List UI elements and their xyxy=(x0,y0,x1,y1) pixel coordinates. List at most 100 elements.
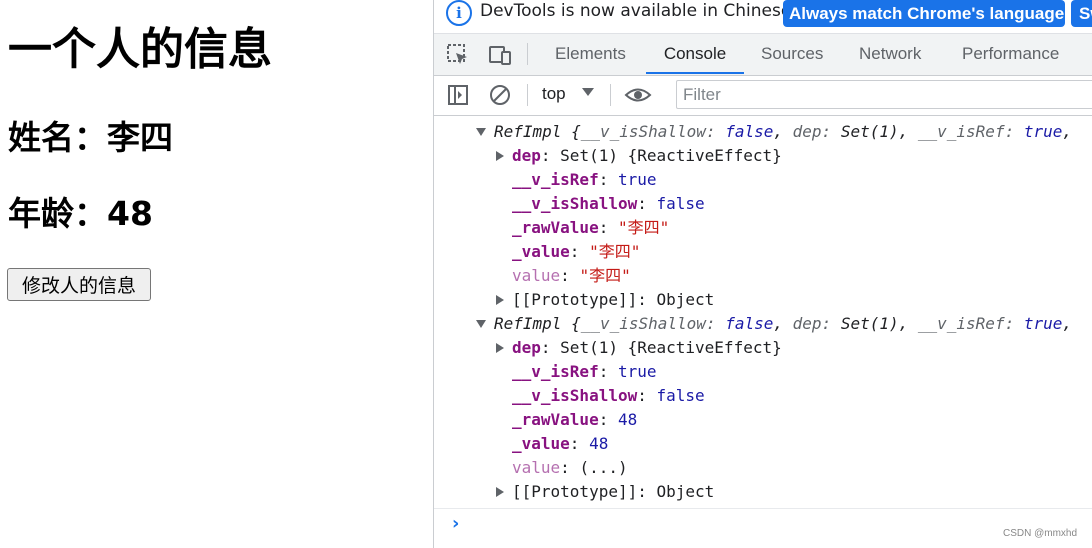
property-row: value: "李四" xyxy=(512,264,631,288)
property-key: __v_isShallow xyxy=(512,386,638,405)
preview-key: __v_isRef xyxy=(917,314,1005,333)
preview-value: true xyxy=(1023,314,1063,333)
console-sidebar-icon[interactable] xyxy=(446,83,470,107)
info-icon: i xyxy=(446,0,472,26)
tab-performance[interactable]: Performance xyxy=(962,34,1059,74)
property-row[interactable]: [[Prototype]]: Object xyxy=(496,480,714,504)
comma: , xyxy=(898,122,918,141)
property-key: __v_isRef xyxy=(512,170,599,189)
comma: , xyxy=(898,314,918,333)
property-value: false xyxy=(656,386,705,405)
colon: : xyxy=(1004,314,1024,333)
edit-person-button[interactable]: 修改人的信息 xyxy=(7,268,151,301)
lazy-getter-value[interactable]: (...) xyxy=(579,458,627,477)
comma: , xyxy=(1062,314,1073,333)
property-row[interactable]: value: (...) xyxy=(512,456,628,480)
name-heading: 姓名：李四 xyxy=(8,118,173,157)
expand-triangle-icon[interactable] xyxy=(496,343,504,353)
match-language-button[interactable]: Always match Chrome's language xyxy=(783,0,1065,27)
property-key: _value xyxy=(512,434,570,453)
preview-value: false xyxy=(725,314,774,333)
property-row[interactable]: dep: Set(1) {ReactiveEffect} xyxy=(496,336,782,360)
property-row[interactable]: [[Prototype]]: Object xyxy=(496,288,714,312)
property-row: __v_isRef: true xyxy=(512,168,657,192)
filter-input[interactable] xyxy=(676,80,1092,109)
property-value: "李四" xyxy=(589,242,641,261)
property-row: _value: 48 xyxy=(512,432,608,456)
devtools-tabbar: Elements Console Sources Network Perform… xyxy=(434,34,1092,76)
toolbar-divider xyxy=(527,84,528,106)
chevron-down-icon[interactable] xyxy=(582,88,594,96)
preview-key: dep xyxy=(792,314,822,333)
property-row: __v_isShallow: false xyxy=(512,384,705,408)
property-key: _rawValue xyxy=(512,410,599,429)
colon: : xyxy=(821,314,841,333)
preview-value: false xyxy=(725,122,774,141)
colon: : xyxy=(540,338,561,357)
property-key: [[Prototype]] xyxy=(512,482,638,501)
property-row: __v_isShallow: false xyxy=(512,192,705,216)
property-value: false xyxy=(656,194,705,213)
colon: : xyxy=(637,386,657,405)
tab-sources[interactable]: Sources xyxy=(761,34,823,74)
property-row: __v_isRef: true xyxy=(512,360,657,384)
context-selector[interactable]: top xyxy=(542,84,566,104)
property-row: _rawValue: 48 xyxy=(512,408,637,432)
property-row: _rawValue: "李四" xyxy=(512,216,669,240)
console-output: RefImpl {__v_isShallow: false, dep: Set(… xyxy=(434,116,1092,548)
console-toolbar: top xyxy=(434,76,1092,116)
property-key: value xyxy=(512,458,561,477)
object-header[interactable]: RefImpl {__v_isShallow: false, dep: Set(… xyxy=(476,312,1072,336)
property-value: Set(1) {ReactiveEffect} xyxy=(560,146,782,165)
property-value: true xyxy=(617,362,657,381)
colon: : xyxy=(598,170,618,189)
web-page: 一个人的信息 姓名：李四 年龄：48 修改人的信息 xyxy=(0,0,433,548)
devtools-panel: i DevTools is now available in Chinese! … xyxy=(433,0,1092,548)
expand-triangle-icon[interactable] xyxy=(496,487,504,497)
colon: : xyxy=(598,218,618,237)
colon: : xyxy=(637,482,657,501)
toolbar-divider xyxy=(610,84,611,106)
object-header[interactable]: RefImpl {__v_isShallow: false, dep: Set(… xyxy=(476,120,1072,144)
tab-console[interactable]: Console xyxy=(646,34,744,74)
colon: : xyxy=(598,410,618,429)
property-value: 48 xyxy=(589,434,609,453)
eye-icon[interactable] xyxy=(624,83,652,107)
expand-triangle-icon[interactable] xyxy=(496,295,504,305)
clear-console-icon[interactable] xyxy=(488,83,512,107)
preview-value: Set(1) xyxy=(840,314,899,333)
property-key: __v_isShallow xyxy=(512,194,638,213)
property-value: "李四" xyxy=(617,218,670,237)
preview-key: __v_isShallow xyxy=(580,122,706,141)
tab-network[interactable]: Network xyxy=(859,34,921,74)
expand-triangle-icon[interactable] xyxy=(496,151,504,161)
object-class-name: RefImpl xyxy=(494,314,562,333)
expand-triangle-icon[interactable] xyxy=(476,320,486,328)
tab-elements[interactable]: Elements xyxy=(555,34,626,74)
preview-key: dep xyxy=(792,122,822,141)
colon: : xyxy=(598,362,618,381)
watermark: CSDN @mmxhd xyxy=(1003,528,1078,539)
property-key: dep xyxy=(512,338,541,357)
colon: : xyxy=(1004,122,1024,141)
colon: : xyxy=(569,242,590,261)
property-key: _value xyxy=(512,242,570,261)
brace: { xyxy=(561,122,581,141)
colon: : xyxy=(560,458,580,477)
comma: , xyxy=(773,314,793,333)
property-key: value xyxy=(512,266,561,285)
colon: : xyxy=(821,122,841,141)
prompt-chevron-icon: › xyxy=(452,513,460,534)
console-prompt[interactable]: › xyxy=(434,508,1092,548)
preview-value: Set(1) xyxy=(840,122,899,141)
infobar-message: DevTools is now available in Chinese! xyxy=(480,1,799,21)
switch-language-button[interactable]: Switch DevTools to Chinese xyxy=(1071,0,1092,27)
device-toolbar-icon[interactable] xyxy=(488,43,512,67)
inspect-element-icon[interactable] xyxy=(446,43,470,67)
expand-triangle-icon[interactable] xyxy=(476,128,486,136)
page-title: 一个人的信息 xyxy=(8,24,272,75)
toolbar-divider xyxy=(527,43,528,65)
comma: , xyxy=(773,122,793,141)
property-value: Object xyxy=(656,290,715,309)
property-row[interactable]: dep: Set(1) {ReactiveEffect} xyxy=(496,144,782,168)
